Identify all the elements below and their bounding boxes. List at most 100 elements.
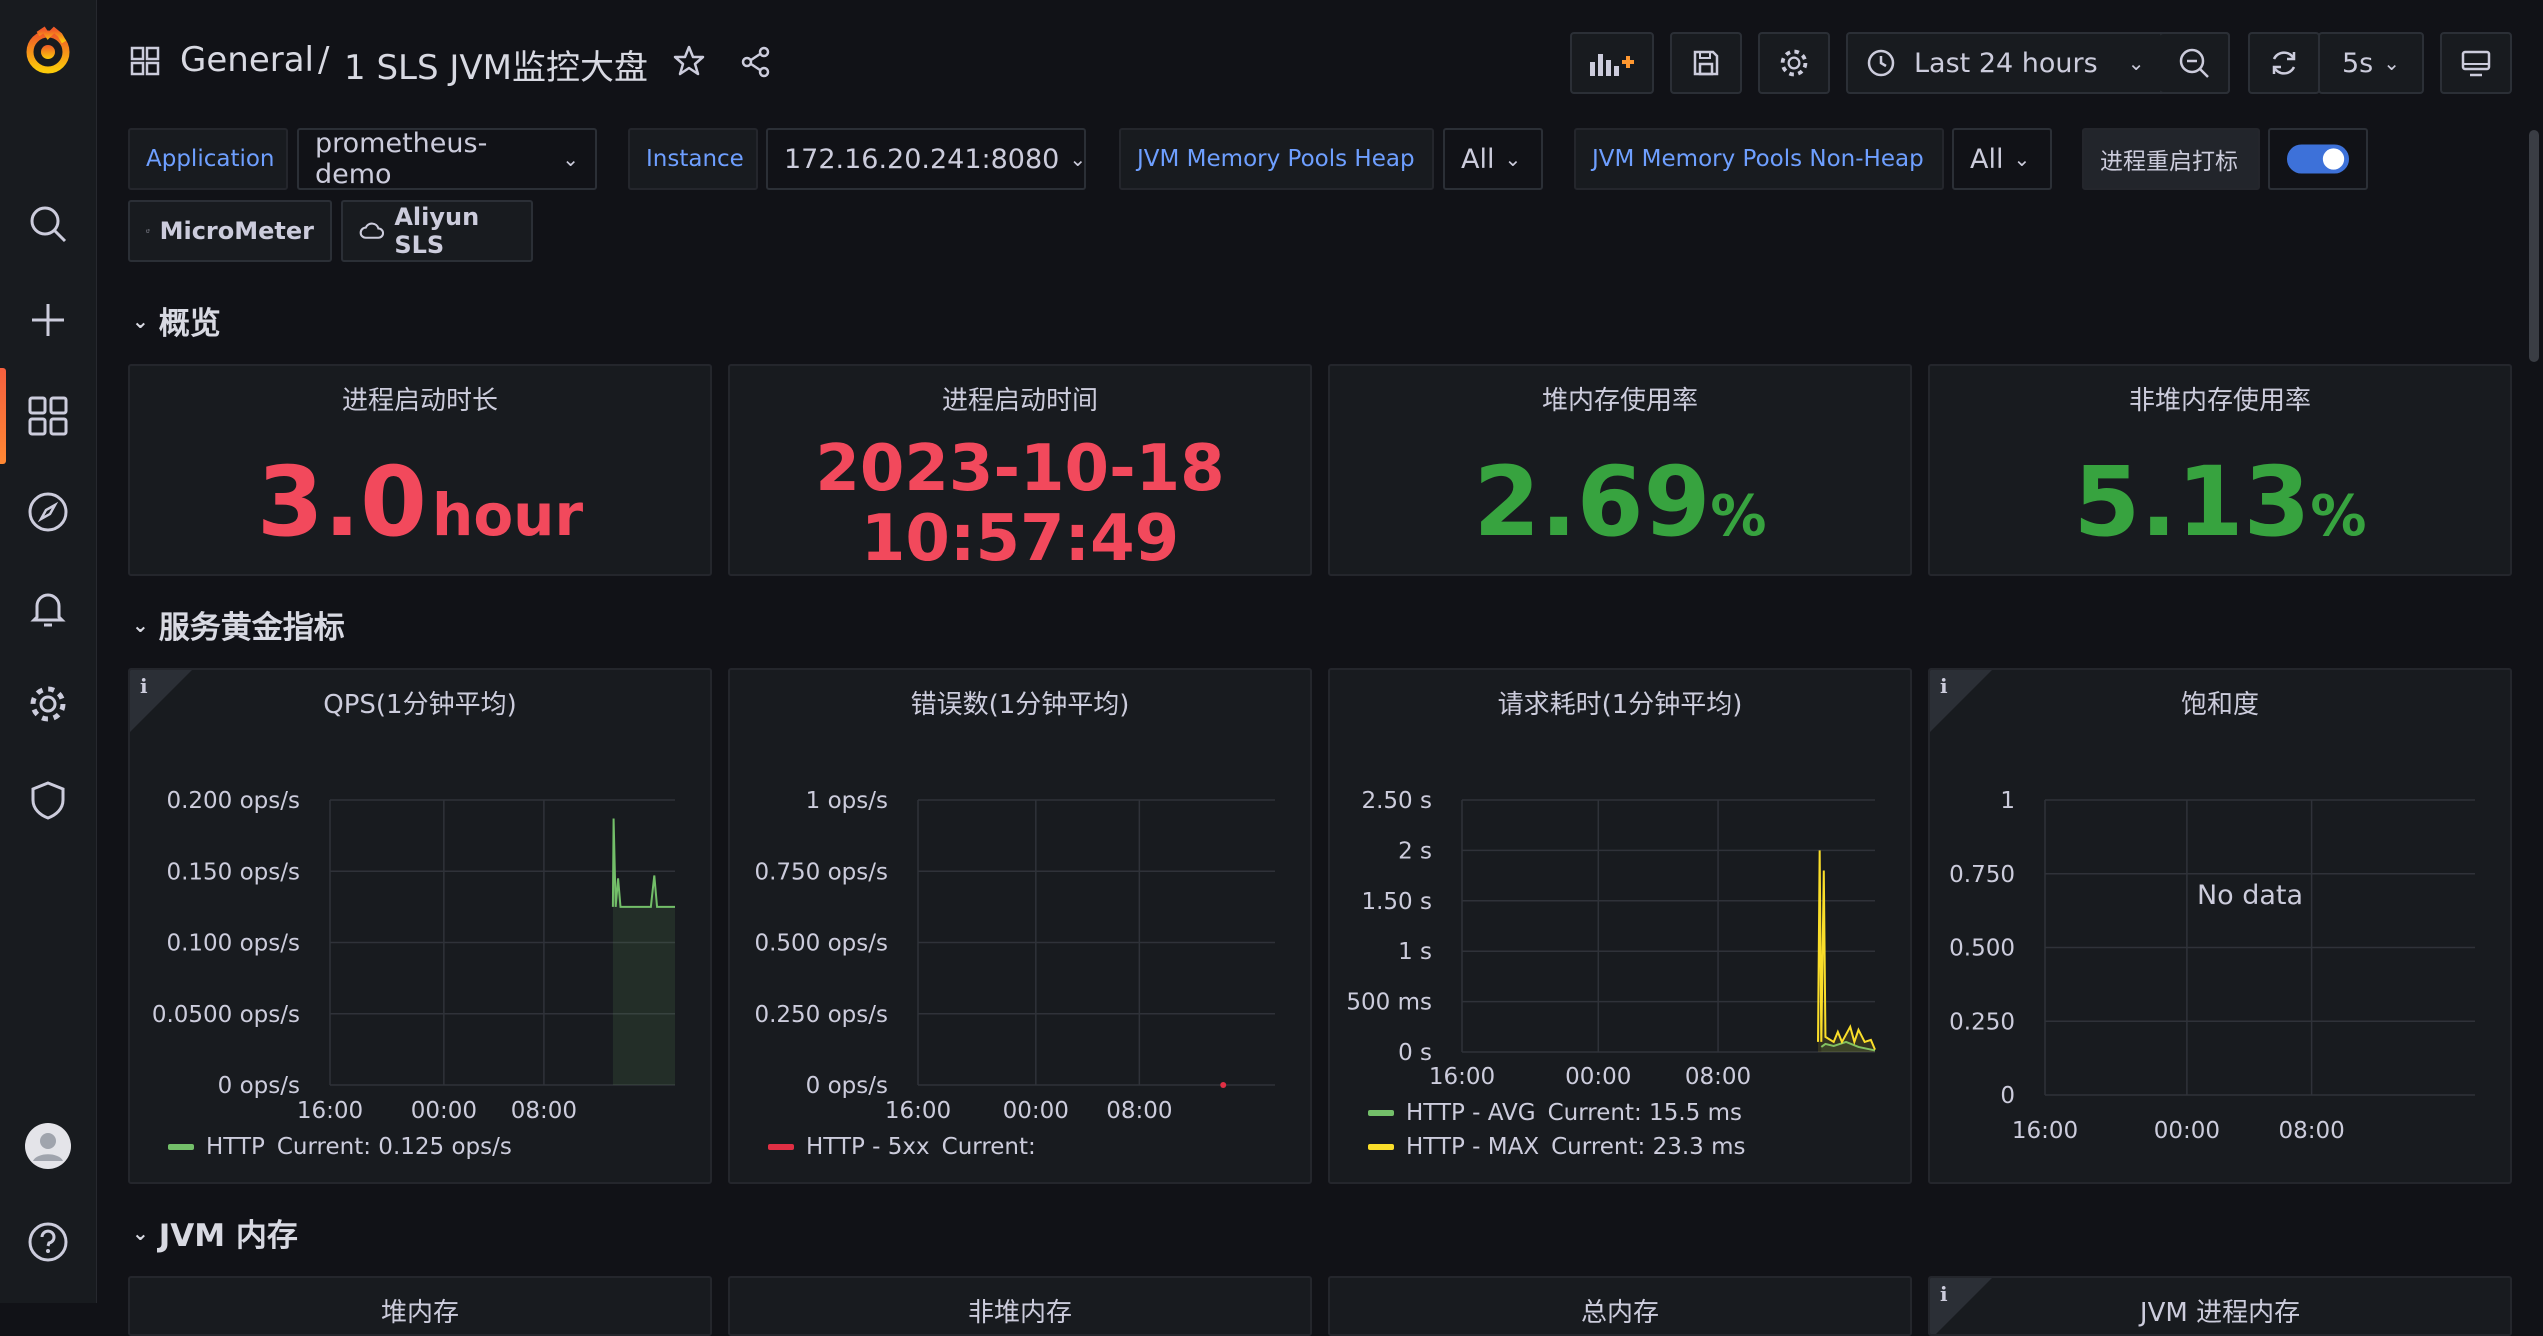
- x-tick-label: 08:00: [1685, 1064, 1751, 1090]
- stat-unit: hour: [432, 481, 584, 549]
- link-micrometer[interactable]: MicroMeter: [128, 200, 332, 262]
- grafana-logo-icon[interactable]: [24, 26, 72, 74]
- legend-swatch: [1368, 1144, 1394, 1150]
- saturation-chart[interactable]: 00.2500.5000.750116:00 00:00 08:00: [1930, 740, 2512, 1180]
- help-icon[interactable]: [24, 1218, 72, 1266]
- y-tick-label: 500 ms: [1346, 990, 1432, 1016]
- var-select-application[interactable]: prometheus-demo ⌄: [297, 128, 597, 190]
- x-tick-label: 00:00: [1003, 1098, 1069, 1124]
- var-value-instance: 172.16.20.241:8080: [784, 143, 1060, 175]
- panel-uptime[interactable]: 进程启动时长 3.0 hour: [128, 364, 712, 576]
- dashboards-icon[interactable]: [24, 392, 72, 440]
- legend-item[interactable]: HTTP - AVG Current: 15.5 ms: [1368, 1100, 1742, 1126]
- refresh-interval-label: 5s: [2341, 47, 2374, 79]
- link-aliyun-sls[interactable]: Aliyun SLS: [341, 200, 533, 262]
- star-icon[interactable]: [672, 44, 706, 82]
- var-label-nonheap-pools: JVM Memory Pools Non-Heap: [1574, 128, 1944, 190]
- gear-icon: [1780, 49, 1808, 77]
- no-data-label: No data: [2196, 880, 2304, 911]
- plus-icon[interactable]: [24, 296, 72, 344]
- x-tick-label: 08:00: [1106, 1098, 1172, 1124]
- breadcrumb-folder[interactable]: General: [180, 40, 314, 80]
- restart-marker-toggle[interactable]: [2268, 128, 2368, 190]
- y-tick-label: 1 ops/s: [806, 788, 888, 814]
- panel-title: 进程启动时间: [941, 386, 1098, 416]
- panel-saturation[interactable]: i 饱和度 0 0.250 0.500 0.750 1 16:00 00:00 08:00 N…: [1928, 668, 2512, 1184]
- legend-name: HTTP - 5xx: [806, 1134, 930, 1160]
- y-tick-label: 1 s: [1398, 939, 1432, 965]
- link-aliyun-sls-label: Aliyun SLS: [394, 203, 480, 259]
- legend-swatch: [1368, 1110, 1394, 1116]
- panel-latency[interactable]: 请求耗时(1分钟平均) 0 s 500 ms 1 s 1.50 s 2 s 2.50 s 1…: [1328, 668, 1912, 1184]
- panel-qps[interactable]: i QPS(1分钟平均) 0 ops/s 0.0500 ops/s 0.100 op…: [128, 668, 712, 1184]
- stat-unit: %: [2310, 484, 2367, 549]
- x-tick-label: 16:00: [1429, 1064, 1495, 1090]
- settings-gear-icon[interactable]: [24, 680, 72, 728]
- legend-item[interactable]: HTTP - MAX Current: 23.3 ms: [1368, 1134, 1745, 1160]
- series-point: [1220, 1082, 1227, 1088]
- legend-item[interactable]: HTTP Current: 0.125 ops/s: [168, 1134, 512, 1160]
- var-select-instance[interactable]: 172.16.20.241:8080 ⌄: [766, 128, 1086, 190]
- panel-heap-usage[interactable]: 堆内存使用率 2.69%: [1328, 364, 1912, 576]
- stat-time: 10:57:49: [860, 502, 1180, 576]
- chevron-down-icon: ⌄: [2127, 51, 2145, 75]
- user-avatar[interactable]: [24, 1122, 72, 1170]
- panel-total-memory[interactable]: 总内存: [1328, 1276, 1912, 1336]
- chevron-down-icon: ⌄: [132, 1220, 149, 1245]
- chevron-down-icon: ⌄: [2383, 51, 2400, 75]
- x-tick-label: 00:00: [2154, 1118, 2220, 1144]
- dashboard-settings-button[interactable]: [1758, 32, 1830, 94]
- var-select-nonheap-pools[interactable]: All ⌄: [1952, 128, 2052, 190]
- zoom-out-button[interactable]: [2160, 32, 2230, 94]
- var-select-heap-pools[interactable]: All ⌄: [1443, 128, 1543, 190]
- tv-mode-button[interactable]: [2440, 32, 2512, 94]
- y-tick-label: 0.250 ops/s: [754, 1002, 888, 1028]
- stat-number: 3.0: [256, 446, 427, 558]
- latency-chart[interactable]: 0 s 500 ms 1 s 1.50 s 2 s 2.50 s 16:00 00:00 08:…: [1330, 740, 1912, 1100]
- panel-title: 堆内存: [380, 1298, 459, 1328]
- legend-current: Current: 15.5 ms: [1547, 1100, 1742, 1126]
- refresh-button[interactable]: [2248, 32, 2320, 94]
- y-tick-label: 1.50 s: [1361, 889, 1432, 915]
- panel-title: JVM 进程内存: [2139, 1298, 2301, 1328]
- series-area: [612, 818, 675, 1085]
- share-icon[interactable]: [740, 46, 772, 82]
- x-tick-label: 08:00: [2278, 1118, 2344, 1144]
- legend-item[interactable]: HTTP - 5xx Current:: [768, 1134, 1036, 1160]
- errors-chart[interactable]: 0 ops/s 0.250 ops/s 0.500 ops/s 0.750 ops/s…: [730, 740, 1312, 1140]
- search-icon[interactable]: [24, 200, 72, 248]
- y-tick-label: 1: [2000, 788, 2015, 814]
- qps-chart[interactable]: 0 ops/s 0.0500 ops/s 0.100 ops/s 0.150 ops/…: [130, 740, 712, 1140]
- refresh-interval-picker[interactable]: 5s ⌄: [2318, 32, 2424, 94]
- var-value-application: prometheus-demo: [315, 128, 488, 190]
- panel-nonheap-memory[interactable]: 非堆内存: [728, 1276, 1312, 1336]
- legend-name: HTTP - AVG: [1406, 1100, 1536, 1126]
- row-jvm-memory[interactable]: ⌄ JVM 内存: [132, 1210, 298, 1255]
- save-dashboard-button[interactable]: [1670, 32, 1742, 94]
- var-label-restart-marker: 进程重启打标: [2082, 128, 2260, 190]
- stat-number: 5.13: [2073, 446, 2311, 558]
- save-icon: [1693, 50, 1719, 76]
- y-tick-label: 0 ops/s: [806, 1073, 888, 1099]
- panel-errors[interactable]: 错误数(1分钟平均) 0 ops/s 0.250 ops/s 0.500 ops/s…: [728, 668, 1312, 1184]
- dashboard-title[interactable]: 1 SLS JVM监控大盘: [344, 40, 648, 89]
- explore-compass-icon[interactable]: [24, 488, 72, 536]
- legend-swatch: [168, 1144, 194, 1150]
- x-tick-label: 16:00: [885, 1098, 951, 1124]
- zoom-out-icon: [2179, 48, 2209, 78]
- chevron-down-icon: ⌄: [1504, 147, 1522, 171]
- panel-jvm-process-memory[interactable]: i JVM 进程内存: [1928, 1276, 2512, 1336]
- page-scrollbar[interactable]: [2529, 130, 2539, 362]
- row-jvm-memory-title: JVM 内存: [158, 1218, 298, 1254]
- row-overview[interactable]: ⌄ 概览: [132, 298, 221, 343]
- panel-start-time[interactable]: 进程启动时间 2023-10-18 10:57:49: [728, 364, 1312, 576]
- y-tick-label: 0 s: [1398, 1040, 1432, 1066]
- shield-icon[interactable]: [24, 776, 72, 824]
- panel-heap-memory[interactable]: 堆内存: [128, 1276, 712, 1336]
- y-tick-label: 0.250: [1949, 1009, 2015, 1035]
- add-panel-button[interactable]: [1570, 32, 1654, 94]
- y-tick-label: 0.750 ops/s: [754, 859, 888, 885]
- panel-nonheap-usage[interactable]: 非堆内存使用率 5.13%: [1928, 364, 2512, 576]
- alerting-bell-icon[interactable]: [24, 584, 72, 632]
- row-golden-metrics[interactable]: ⌄ 服务黄金指标: [132, 602, 345, 647]
